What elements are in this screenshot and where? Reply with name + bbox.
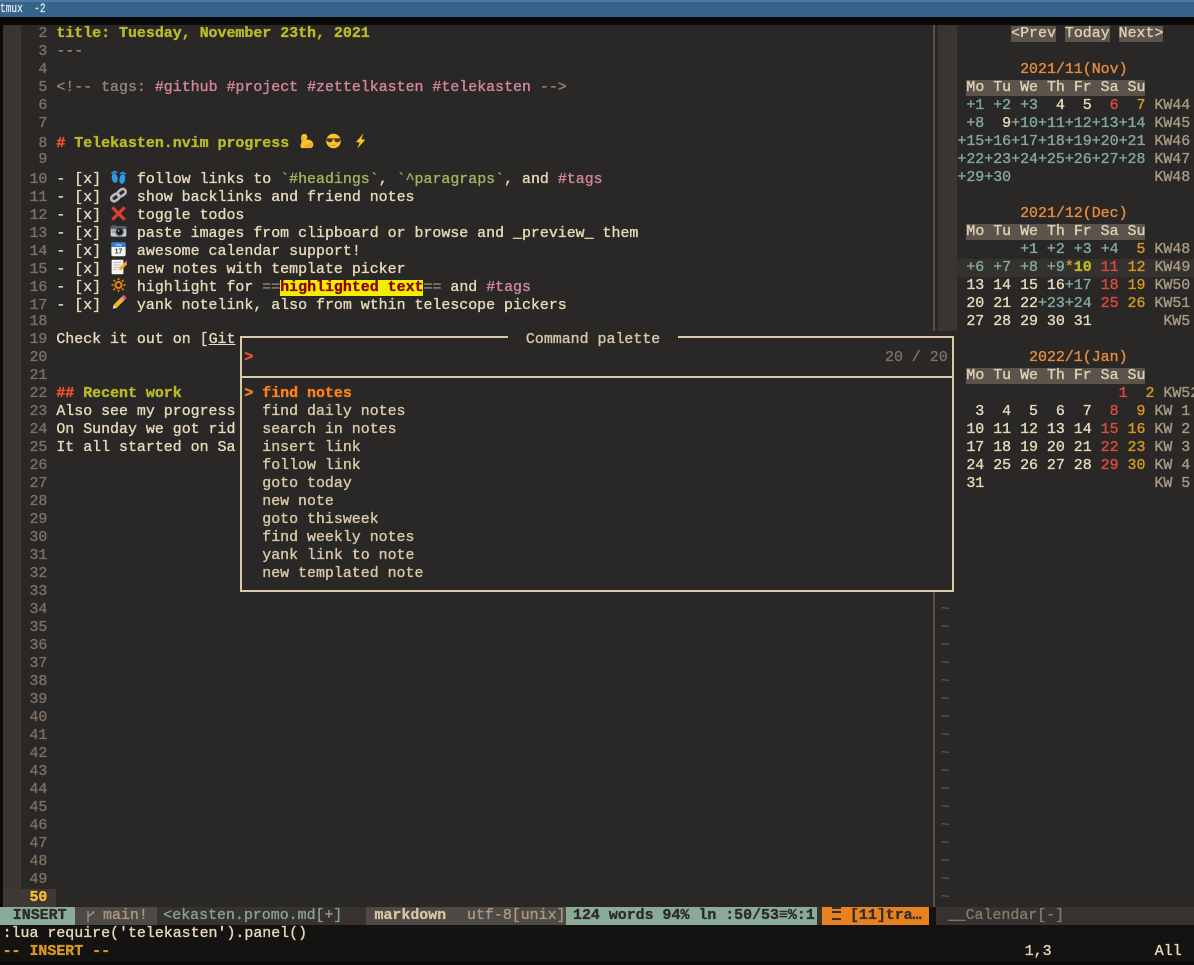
svg-text:July: July — [115, 243, 122, 247]
svg-text:17: 17 — [115, 249, 123, 256]
